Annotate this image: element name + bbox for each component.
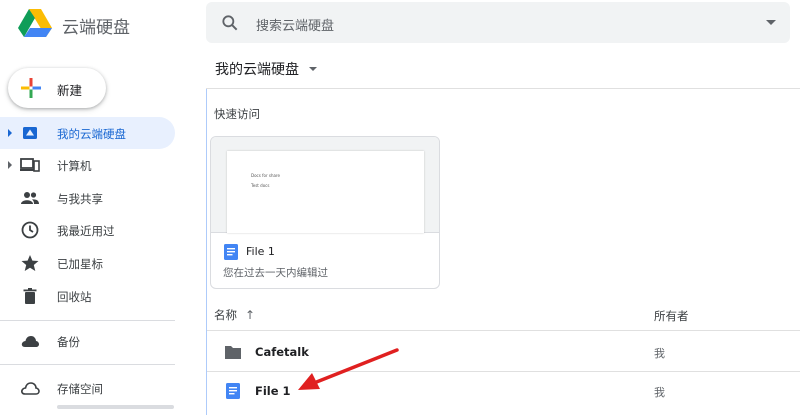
search-input[interactable]: 搜索云端硬盘 xyxy=(256,15,334,34)
sidebar-item-recent[interactable]: 我最近用过 xyxy=(0,214,175,246)
computers-icon xyxy=(20,158,40,172)
red-annotation-arrow-icon xyxy=(298,348,399,390)
clock-icon xyxy=(21,221,39,239)
drive-logo-icon xyxy=(18,9,52,37)
google-docs-icon xyxy=(224,244,238,260)
column-header-owner[interactable]: 所有者 xyxy=(654,308,689,324)
file-name: File 1 xyxy=(255,384,291,398)
shared-people-icon xyxy=(21,192,39,204)
document-preview: Docs for share Test docs xyxy=(227,151,424,233)
search-icon[interactable] xyxy=(220,13,240,33)
file-owner: 我 xyxy=(654,347,665,360)
star-icon xyxy=(21,255,39,271)
google-docs-icon xyxy=(226,383,240,399)
sidebar-item-label: 已加星标 xyxy=(57,257,103,271)
plus-icon xyxy=(21,78,41,98)
cloud-outline-icon xyxy=(21,382,40,395)
sidebar-item-label: 与我共享 xyxy=(57,192,103,206)
quick-access-title: 快速访问 xyxy=(214,107,260,121)
sidebar-item-starred[interactable]: 已加星标 xyxy=(0,247,175,279)
sidebar-item-shared[interactable]: 与我共享 xyxy=(0,182,175,214)
sidebar-item-label: 备份 xyxy=(57,335,80,349)
search-bar[interactable]: 搜索云端硬盘 xyxy=(206,2,790,43)
column-header-name-label: 名称 xyxy=(214,308,237,322)
sidebar-item-my-drive[interactable]: 我的云端硬盘 xyxy=(0,117,175,149)
preview-line: Test docs xyxy=(251,183,270,188)
trash-icon xyxy=(23,288,37,304)
sidebar-divider xyxy=(0,320,175,321)
preview-line: Docs for share xyxy=(251,173,280,178)
new-button-label: 新建 xyxy=(57,83,83,98)
chevron-down-icon xyxy=(309,67,317,71)
sidebar-item-backups[interactable]: 备份 xyxy=(0,325,175,357)
card-file-name: File 1 xyxy=(246,245,275,258)
sidebar-item-label: 回收站 xyxy=(57,290,92,304)
folder-icon xyxy=(225,346,241,359)
sidebar-item-computers[interactable]: 计算机 xyxy=(0,149,175,181)
sort-arrow-up-icon[interactable]: ↑ xyxy=(245,308,255,322)
sidebar-item-label: 我最近用过 xyxy=(57,224,115,238)
app-title: 云端硬盘 xyxy=(62,18,130,38)
card-thumbnail: Docs for share Test docs xyxy=(211,137,439,233)
sidebar-item-storage[interactable]: 存储空间 xyxy=(0,372,175,404)
file-owner: 我 xyxy=(654,386,665,399)
quick-access-card[interactable]: Docs for share Test docs File 1 您在过去一天内编… xyxy=(210,136,440,289)
sidebar-item-label: 我的云端硬盘 xyxy=(57,127,126,141)
expand-caret-icon[interactable] xyxy=(8,129,12,137)
storage-usage-bar xyxy=(57,405,174,409)
search-options-dropdown-icon[interactable] xyxy=(766,20,776,25)
drive-logo[interactable] xyxy=(18,8,52,38)
page-title: 我的云端硬盘 xyxy=(215,62,299,78)
sidebar-item-label: 计算机 xyxy=(57,159,92,173)
header-divider xyxy=(206,88,800,89)
sidebar-item-trash[interactable]: 回收站 xyxy=(0,280,175,312)
card-subtitle: 您在过去一天内编辑过 xyxy=(223,267,328,279)
my-drive-icon xyxy=(23,127,37,139)
column-header-name[interactable]: 名称 ↑ xyxy=(214,307,255,323)
sidebar-divider xyxy=(0,364,175,365)
sidebar-item-label: 存储空间 xyxy=(57,382,103,396)
expand-caret-icon[interactable] xyxy=(8,161,12,169)
list-header-divider xyxy=(207,330,800,331)
breadcrumb-my-drive[interactable]: 我的云端硬盘 xyxy=(215,59,317,79)
drive-app: 云端硬盘 搜索云端硬盘 新建 我的云端硬盘 计算机 与我共享 我最近用过 已加星… xyxy=(0,0,800,415)
cloud-filled-icon xyxy=(21,336,39,347)
new-button[interactable]: 新建 xyxy=(8,68,106,108)
